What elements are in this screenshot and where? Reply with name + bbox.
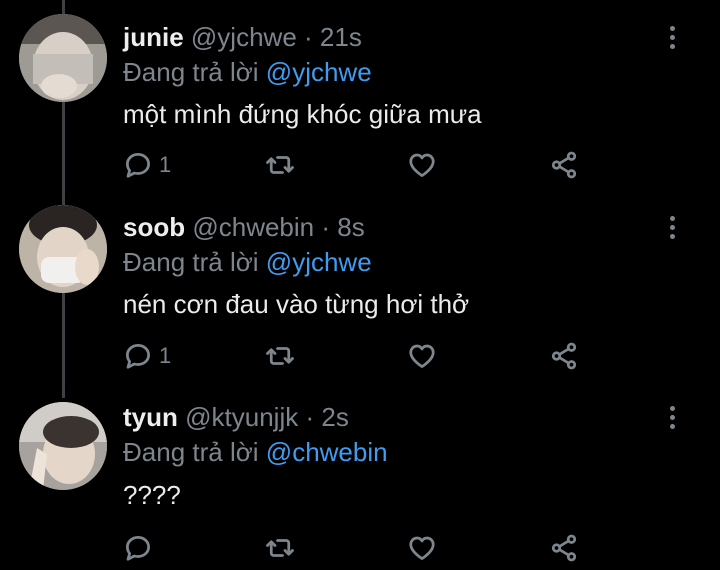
more-options-icon[interactable] xyxy=(662,26,682,56)
avatar[interactable] xyxy=(19,14,107,102)
tweet-junie[interactable]: junie @yjchwe · 21s Đang trả lời @yjchwe… xyxy=(0,0,720,190)
separator-dot: · xyxy=(304,22,313,52)
reply-count: 1 xyxy=(159,152,172,177)
share-button[interactable] xyxy=(549,145,579,185)
tweet-text: ???? xyxy=(123,480,181,510)
separator-dot: · xyxy=(305,402,315,432)
replying-to-label: Đang trả lời xyxy=(123,247,259,277)
reply-mention-link[interactable]: @chwebin xyxy=(266,437,388,467)
reply-count: 1 xyxy=(159,343,172,368)
like-button[interactable] xyxy=(407,336,437,376)
reply-icon xyxy=(126,344,150,369)
like-button[interactable] xyxy=(407,145,437,185)
tweet-text: nén cơn đau vào từng hơi thở xyxy=(123,289,470,319)
reply-button[interactable]: 1 xyxy=(123,145,171,185)
share-button[interactable] xyxy=(549,336,579,376)
retweet-button[interactable] xyxy=(265,336,295,376)
retweet-icon xyxy=(266,539,294,557)
reply-mention-link[interactable]: @yjchwe xyxy=(266,57,372,87)
reply-mention-link[interactable]: @yjchwe xyxy=(266,247,372,277)
retweet-icon xyxy=(266,347,294,365)
timestamp[interactable]: 21s xyxy=(320,22,362,52)
separator-dot: · xyxy=(321,212,331,242)
reply-icon xyxy=(126,536,150,561)
more-options-icon[interactable] xyxy=(662,406,682,436)
tweet-soob[interactable]: soob @chwebin · 8s Đang trả lời @yjchwe … xyxy=(0,190,720,380)
replying-to-label: Đang trả lời xyxy=(123,437,259,467)
share-icon xyxy=(551,534,577,562)
tweet-tyun[interactable]: tyun @ktyunjjk · 2s Đang trả lời @chwebi… xyxy=(0,380,720,570)
retweet-button[interactable] xyxy=(265,528,295,568)
tweet-actions xyxy=(0,528,720,568)
more-options-icon[interactable] xyxy=(662,216,682,246)
like-icon xyxy=(409,536,435,560)
replying-to-label: Đang trả lời xyxy=(123,57,259,87)
like-button[interactable] xyxy=(407,528,437,568)
avatar[interactable] xyxy=(19,402,107,490)
tweet-text: một mình đứng khóc giữa mưa xyxy=(123,99,482,129)
display-name[interactable]: junie xyxy=(123,22,184,52)
reply-button[interactable] xyxy=(123,528,159,568)
retweet-icon xyxy=(266,156,294,174)
display-name[interactable]: tyun xyxy=(123,402,178,432)
tweet-actions: 1 xyxy=(0,336,720,376)
timestamp[interactable]: 2s xyxy=(321,402,348,432)
like-icon xyxy=(409,344,435,368)
user-handle[interactable]: @ktyunjjk xyxy=(185,402,298,432)
share-icon xyxy=(551,151,577,179)
retweet-button[interactable] xyxy=(265,145,295,185)
share-icon xyxy=(551,342,577,370)
timestamp[interactable]: 8s xyxy=(337,212,364,242)
user-handle[interactable]: @chwebin xyxy=(192,212,314,242)
avatar[interactable] xyxy=(19,205,107,293)
share-button[interactable] xyxy=(549,528,579,568)
display-name[interactable]: soob xyxy=(123,212,185,242)
user-handle[interactable]: @yjchwe xyxy=(191,22,297,52)
reply-icon xyxy=(126,153,150,178)
tweet-actions: 1 xyxy=(0,145,720,185)
reply-button[interactable]: 1 xyxy=(123,336,171,376)
like-icon xyxy=(409,153,435,177)
